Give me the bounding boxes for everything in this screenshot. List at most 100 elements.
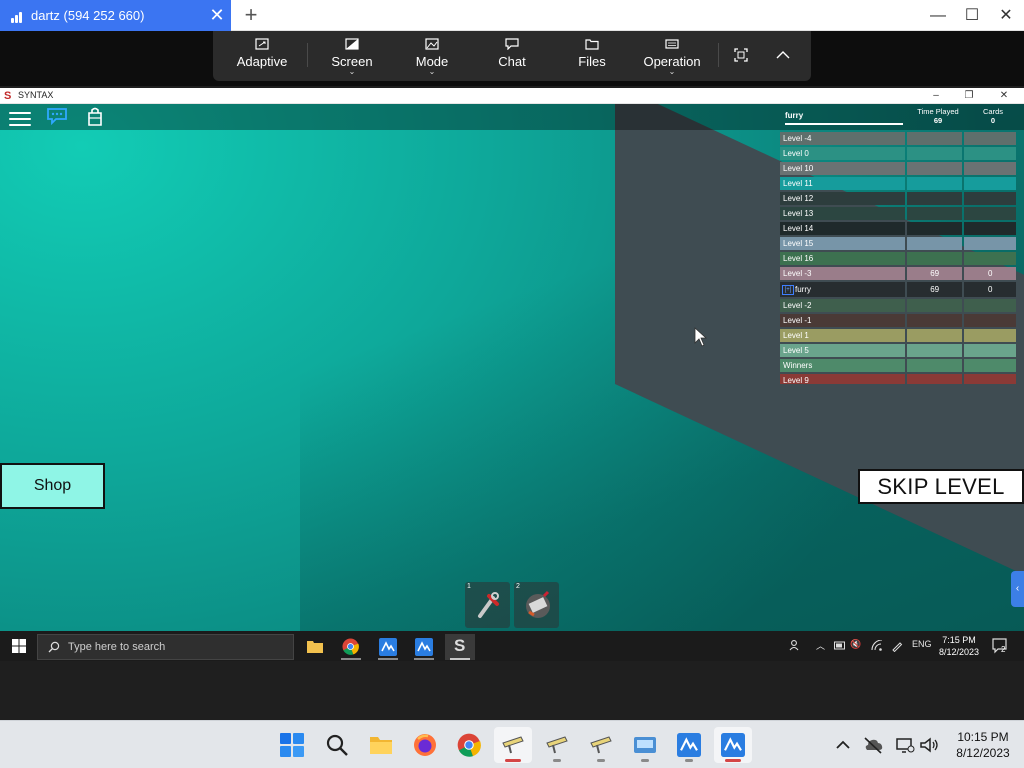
chevron-up-icon[interactable] (832, 735, 854, 755)
app-restore-button[interactable]: ❐ (959, 88, 979, 104)
time-played-cell (906, 177, 963, 190)
network-icon[interactable] (894, 735, 916, 755)
shop-button[interactable]: Shop (0, 463, 105, 509)
game-app-icon (546, 736, 568, 754)
chat-bubble-icon[interactable] (47, 108, 67, 125)
speaker-muted-icon[interactable]: 🔇 (850, 639, 861, 650)
remote-date: 8/12/2023 (938, 647, 980, 657)
leaderboard-row[interactable]: Level 15 (780, 237, 1018, 252)
leaderboard-header: furry Time Played 69 Cards 0 (780, 104, 1018, 130)
remote-taskbar: Type here to search S ︿ 🔇 ENG 7:15 PM 8/1… (0, 631, 1024, 661)
leaderboard-row[interactable]: Level 1 (780, 329, 1018, 344)
leaderboard-row[interactable]: Level -4 (780, 132, 1018, 147)
syntax-logo-icon: S (4, 90, 12, 102)
remote-desktop-button-active[interactable] (714, 727, 752, 763)
leaderboard-row[interactable]: Winners (780, 359, 1018, 374)
touch-keyboard-button[interactable] (626, 727, 664, 763)
chrome-button[interactable] (450, 727, 488, 763)
file-explorer-button[interactable] (300, 634, 330, 660)
side-panel-tab[interactable]: ‹ (1011, 571, 1024, 607)
team-name: Winners (780, 359, 905, 372)
leaderboard-row[interactable]: Level 9 (780, 374, 1018, 384)
toolbar-chat-button[interactable]: Chat (472, 31, 552, 81)
skip-level-button[interactable]: SKIP LEVEL (858, 469, 1024, 504)
local-clock[interactable]: 10:15 PM 8/12/2023 (946, 729, 1020, 761)
minimize-button[interactable]: — (926, 5, 950, 27)
cloud-off-icon[interactable] (862, 735, 884, 755)
time-played-cell (906, 359, 963, 372)
game-window-button-1[interactable] (494, 727, 532, 763)
maximize-button[interactable]: ☐ (960, 5, 984, 27)
remote-clock[interactable]: 7:15 PM 8/12/2023 (930, 634, 988, 658)
app-close-button[interactable]: ✕ (994, 88, 1014, 104)
fullscreen-icon[interactable] (734, 48, 748, 62)
leaderboard-row[interactable]: Level 11 (780, 177, 1018, 192)
leaderboard-row[interactable]: Level -2 (780, 299, 1018, 314)
notification-count: 2 (1001, 645, 1006, 654)
cards-cell (964, 299, 1016, 312)
my-time-value: 69 (933, 116, 943, 125)
leaderboard-row[interactable]: Level 12 (780, 192, 1018, 207)
remote-desktop-icon (415, 638, 433, 656)
game-window-button-2[interactable] (538, 727, 576, 763)
cards-cell: 0 (964, 267, 1016, 280)
hotbar-slot-2[interactable]: 2 (514, 582, 559, 628)
chrome-button[interactable] (336, 634, 366, 660)
new-tab-button[interactable]: + (240, 4, 262, 26)
close-tab-icon[interactable]: ✕ (207, 5, 227, 25)
chrome-icon (457, 733, 481, 757)
syntax-app-button[interactable]: S (445, 634, 475, 660)
volume-icon[interactable] (918, 735, 940, 755)
leaderboard-player-row[interactable]: [+] furry 69 0 (780, 282, 1018, 299)
hamburger-menu-icon[interactable] (9, 108, 31, 126)
leaderboard-row[interactable]: Level 16 (780, 252, 1018, 267)
close-window-button[interactable]: ✕ (994, 5, 1018, 27)
leaderboard-row[interactable]: Level -3 69 0 (780, 267, 1018, 282)
leaderboard-row[interactable]: Level 0 (780, 147, 1018, 162)
toolbar-adaptive-button[interactable]: Adaptive (222, 31, 302, 81)
taskbar-search-box[interactable]: Type here to search (37, 634, 294, 660)
hotbar-slot-1[interactable]: 1 (465, 582, 510, 628)
game-window-button-3[interactable] (582, 727, 620, 763)
remote-screen[interactable]: S SYNTAX – ❐ ✕ furry Time Played 69 Cards… (0, 86, 1024, 720)
leaderboard-row[interactable]: Level 10 (780, 162, 1018, 177)
time-played-cell (906, 329, 963, 342)
game-viewport[interactable]: furry Time Played 69 Cards 0 Level -4 Level… (0, 104, 1024, 631)
wifi-icon[interactable] (871, 640, 883, 651)
language-indicator[interactable]: ENG (912, 639, 932, 649)
search-button[interactable] (318, 727, 356, 763)
leaderboard-row[interactable]: Level 14 (780, 222, 1018, 237)
remote-app-button[interactable] (373, 634, 403, 660)
battery-icon[interactable] (834, 641, 846, 650)
remote-time: 7:15 PM (942, 635, 976, 645)
team-name: Level 10 (780, 162, 905, 175)
collapse-toolbar-icon[interactable] (776, 50, 790, 60)
toolbar-screen-button[interactable]: Screen ⌄ (312, 31, 392, 81)
file-explorer-button[interactable] (362, 727, 400, 763)
screen: dartz (594 252 660) ✕ + — ☐ ✕ Adaptive S… (0, 0, 1024, 768)
team-name: Level 13 (780, 207, 905, 220)
toolbar-mode-button[interactable]: Mode ⌄ (392, 31, 472, 81)
remote-desktop-button[interactable] (670, 727, 708, 763)
session-tab[interactable]: dartz (594 252 660) ✕ (0, 0, 231, 31)
time-played-cell (906, 192, 963, 205)
leaderboard-row[interactable]: Level 5 (780, 344, 1018, 359)
toolbar-files-button[interactable]: Files (552, 31, 632, 81)
firefox-button[interactable] (406, 727, 444, 763)
leaderboard-row[interactable]: Level -1 (780, 314, 1018, 329)
time-played-cell (906, 132, 963, 145)
chevron-up-icon[interactable]: ︿ (816, 639, 825, 652)
people-icon[interactable] (789, 639, 801, 651)
time-played-cell (906, 374, 963, 384)
start-button[interactable] (273, 727, 311, 763)
leaderboard-row[interactable]: Level 13 (780, 207, 1018, 222)
backpack-icon[interactable] (86, 107, 104, 126)
pen-icon[interactable] (891, 640, 903, 652)
windows-start-icon[interactable] (12, 639, 26, 653)
toolbar-operation-button[interactable]: Operation ⌄ (632, 31, 712, 81)
app-minimize-button[interactable]: – (926, 88, 946, 104)
leaderboard: furry Time Played 69 Cards 0 Level -4 Level… (780, 104, 1018, 384)
remote-app-button-2[interactable] (409, 634, 439, 660)
notification-icon[interactable] (992, 638, 1008, 654)
remote-toolbar: Adaptive Screen ⌄ Mode ⌄ Chat Files Oper… (213, 31, 811, 81)
